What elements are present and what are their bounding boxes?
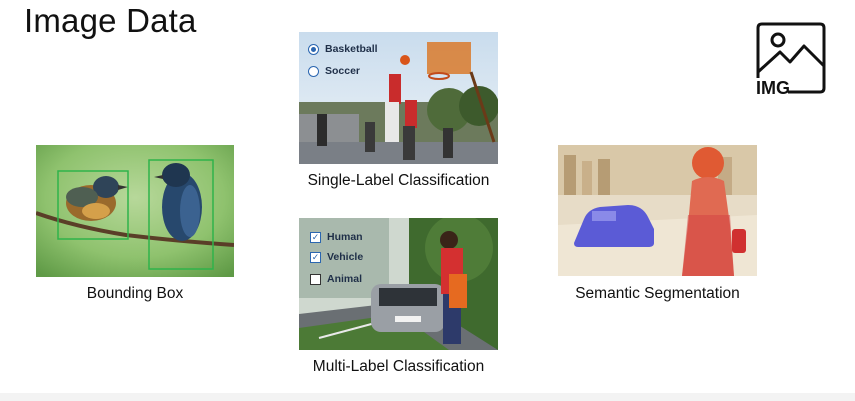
bounding-box-image <box>36 145 234 277</box>
multi-label-caption: Multi-Label Classification <box>312 358 485 375</box>
checkbox-checked-icon: ✓ <box>310 251 321 263</box>
checkbox-option-human[interactable]: ✓ Human <box>310 231 363 243</box>
img-icon-label: IMG <box>756 78 790 98</box>
checkbox-option-vehicle[interactable]: ✓ Vehicle <box>310 251 363 263</box>
radio-unselected-icon <box>308 65 319 77</box>
checkbox-label-vehicle: Vehicle <box>327 251 364 263</box>
radio-label-soccer: Soccer <box>325 65 361 77</box>
segmentation-image <box>558 145 757 276</box>
checkbox-label-human: Human <box>327 231 363 243</box>
radio-label-basketball: Basketball <box>325 43 378 55</box>
radio-selected-icon <box>308 43 319 55</box>
checkbox-option-animal[interactable]: Animal <box>310 273 362 285</box>
single-label-caption: Single-Label Classification <box>307 172 490 189</box>
img-icon: IMG <box>752 20 830 98</box>
segmentation-caption: Semantic Segmentation <box>575 285 740 302</box>
checkbox-label-animal: Animal <box>327 273 363 285</box>
multi-label-image: ✓ Human ✓ Vehicle Animal <box>299 218 498 350</box>
checkbox-checked-icon: ✓ <box>310 231 321 243</box>
single-label-image: Basketball Soccer <box>299 32 498 164</box>
checkbox-unchecked-icon <box>310 273 321 285</box>
bottom-strip <box>0 393 855 401</box>
slide: Image Data IMG Bounding Box Basketball S… <box>0 0 855 401</box>
radio-option-soccer[interactable]: Soccer <box>308 65 360 77</box>
bounding-box-caption: Bounding Box <box>86 285 184 302</box>
segmentation-hair-mask <box>692 147 724 179</box>
radio-option-basketball[interactable]: Basketball <box>308 43 378 55</box>
slide-title: Image Data <box>24 2 197 39</box>
